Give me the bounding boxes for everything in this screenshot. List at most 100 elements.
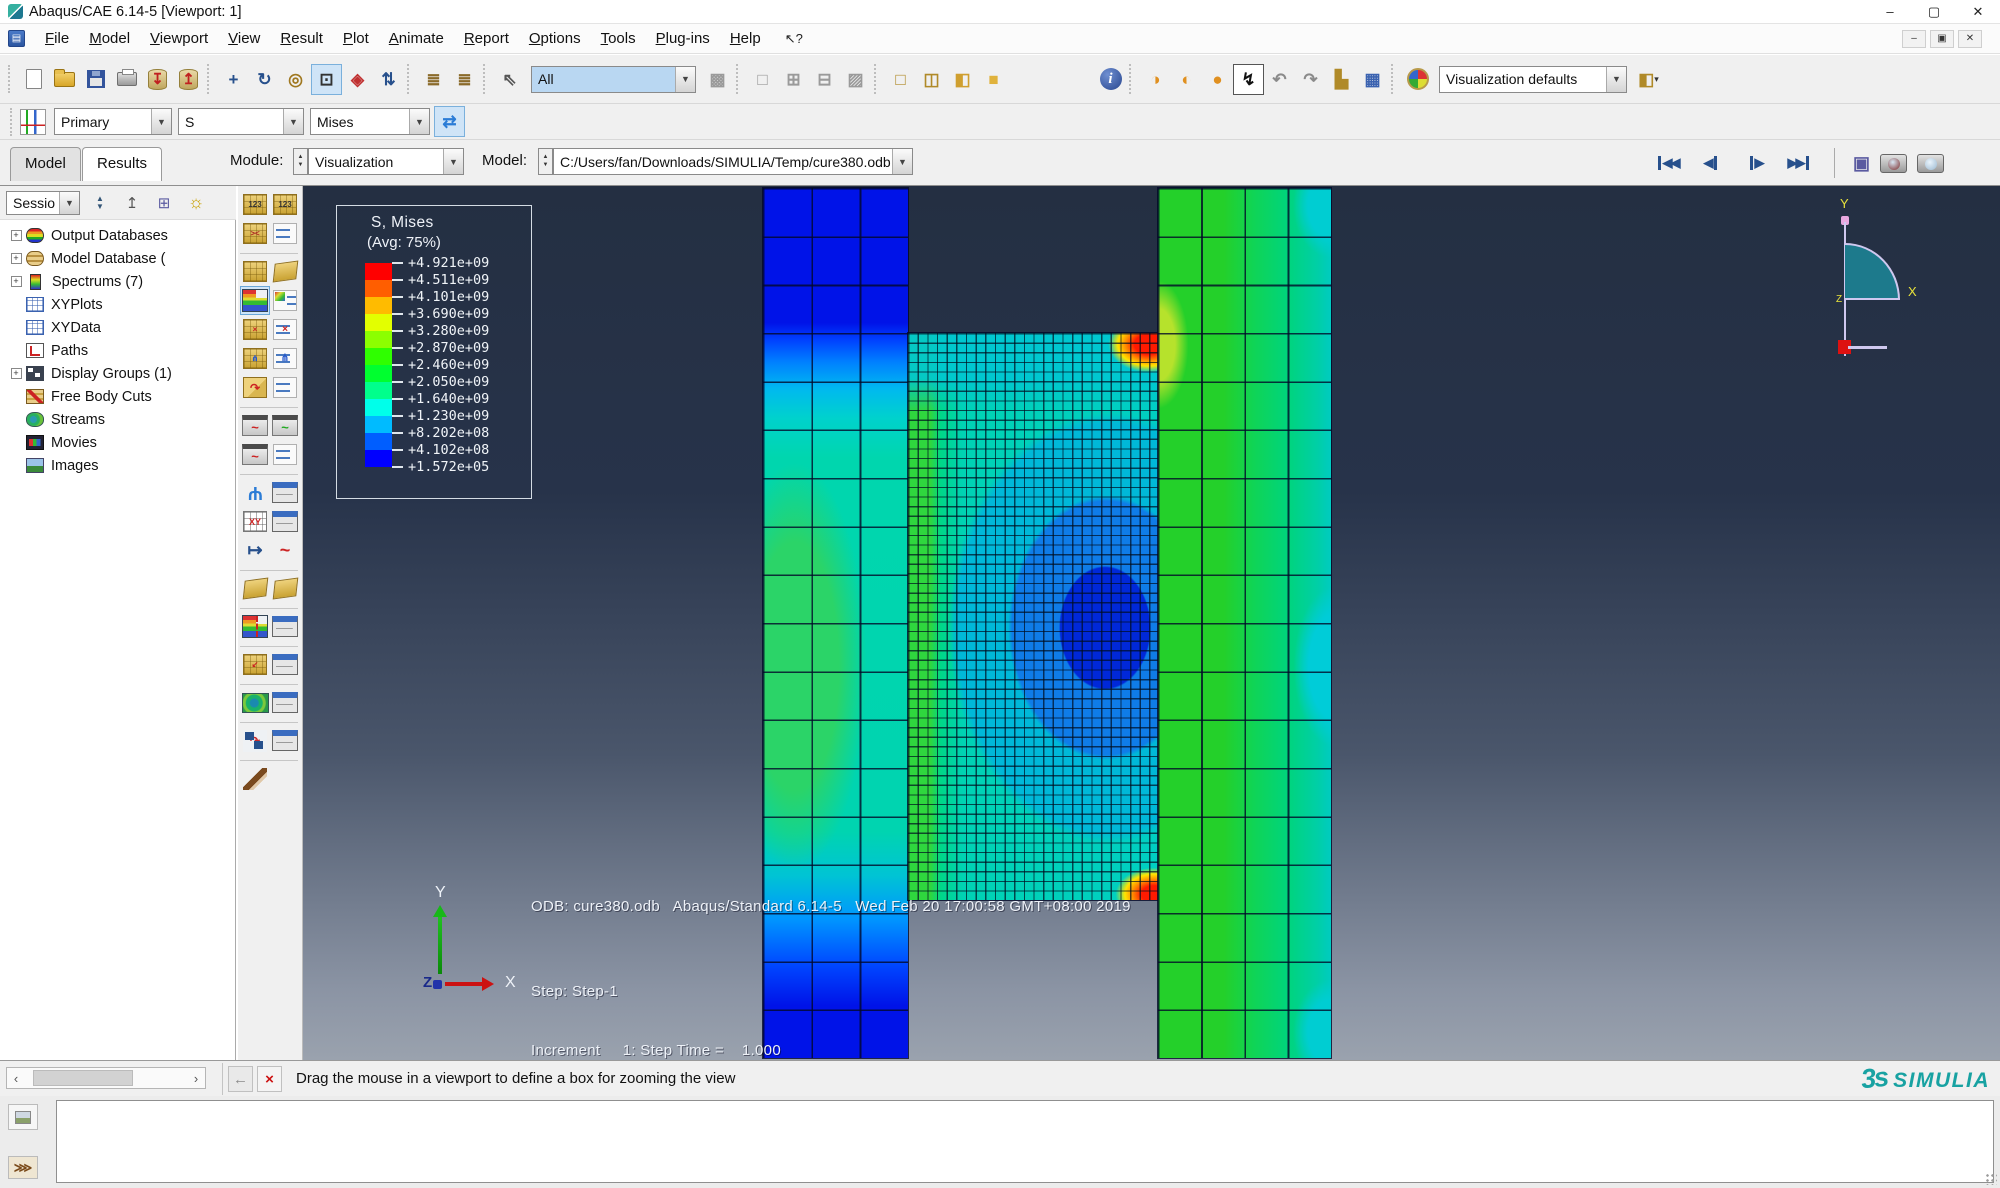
model-spinner[interactable]: ▲▼ <box>538 148 553 175</box>
tree-expand-box[interactable]: + <box>11 276 22 287</box>
curve-button[interactable]: ~ <box>270 536 300 565</box>
material-orientation-options-button[interactable]: ⋔ <box>270 344 300 373</box>
tree-item-spectrums[interactable]: + Spectrums (7) <box>0 270 235 293</box>
tab-results[interactable]: Results <box>82 147 162 181</box>
free-body-manager-button[interactable] <box>270 650 300 679</box>
multiple-plot-states-button[interactable]: ↷ <box>240 726 270 755</box>
box-zoom-button[interactable]: ⊡ <box>311 64 342 95</box>
material-orientation-button[interactable]: ⋔ <box>240 344 270 373</box>
overlay-plot-button[interactable]: ↷ <box>240 373 270 402</box>
ladder-tool-a-button[interactable]: ≣ <box>418 64 449 95</box>
color-code-palette-button[interactable] <box>1402 64 1433 95</box>
hiddenline-render-button[interactable]: ◫ <box>916 64 947 95</box>
sync-field-output-button[interactable]: ⇄ <box>434 106 465 137</box>
symbol-x-button[interactable]: × <box>240 315 270 344</box>
tree-expand-box[interactable]: + <box>11 368 22 379</box>
group-paste-button[interactable]: ▩ <box>702 64 733 95</box>
tree-item-display-groups[interactable]: + Display Groups (1) <box>0 362 235 385</box>
selection-scope-combo[interactable]: All▼ <box>531 66 696 93</box>
tree-expand-box[interactable]: + <box>11 230 22 241</box>
ladder-tool-b-button[interactable]: ≣ <box>449 64 480 95</box>
fast-plot-button[interactable]: ↯ <box>1233 64 1264 95</box>
stream-manager-button[interactable] <box>270 688 300 717</box>
print-button[interactable] <box>111 64 142 95</box>
plot-state-manager-button[interactable] <box>270 726 300 755</box>
tree-item-output-databases[interactable]: + Output Databases <box>0 224 235 247</box>
first-frame-button[interactable]: ◀◀ <box>1650 149 1684 177</box>
contour-options-button[interactable] <box>270 286 300 315</box>
scroll-right-icon[interactable]: › <box>187 1068 205 1088</box>
mdi-restore-button[interactable]: ▣ <box>1930 30 1954 48</box>
field-output-position-combo[interactable]: Primary▼ <box>54 108 172 135</box>
tree-item-movies[interactable]: Movies <box>0 431 235 454</box>
fit-view-button[interactable]: ◈ <box>342 64 373 95</box>
filled-render-button[interactable]: ■ <box>978 64 1009 95</box>
animate-scale-factor-button[interactable]: ~ <box>270 411 300 440</box>
message-field[interactable] <box>56 1100 1994 1183</box>
rotate-view-button[interactable]: ↻ <box>249 64 280 95</box>
Tools[interactable]: Tools <box>591 26 646 51</box>
tab-model[interactable]: Model <box>10 147 81 181</box>
remove-selected-button[interactable]: ⊟ <box>809 64 840 95</box>
Viewport[interactable]: Viewport <box>140 26 218 51</box>
tree-item-images[interactable]: Images <box>0 454 235 477</box>
plot-state-numbers-button[interactable]: 123 <box>240 190 270 219</box>
Animate[interactable]: Animate <box>379 26 454 51</box>
save-odb-button[interactable]: ↧ <box>142 64 173 95</box>
wireframe-render-button[interactable]: □ <box>885 64 916 95</box>
cycle-views-button[interactable]: ⇅ <box>373 64 404 95</box>
View[interactable]: View <box>218 26 270 51</box>
render-style-button[interactable]: ◧▾ <box>1633 64 1664 95</box>
app-window-icon[interactable]: ▤ <box>8 30 25 47</box>
model-combo[interactable]: C:/Users/fan/Downloads/SIMULIA/Temp/cure… <box>553 148 913 175</box>
shaded-render-button[interactable]: ◧ <box>947 64 978 95</box>
scroll-left-icon[interactable]: ‹ <box>7 1068 25 1088</box>
tree-item-xydata[interactable]: XYData <box>0 316 235 339</box>
xy-manager-button[interactable] <box>270 507 300 536</box>
open-file-button[interactable] <box>49 64 80 95</box>
scrollbar-thumb[interactable] <box>33 1070 133 1086</box>
overlay-options-button[interactable] <box>270 373 300 402</box>
field-output-variable-combo[interactable]: S▼ <box>178 108 304 135</box>
Result[interactable]: Result <box>270 26 333 51</box>
tilted-stack-button[interactable] <box>270 257 300 286</box>
tree-item-free-body-cuts[interactable]: Free Body Cuts <box>0 385 235 408</box>
view-cut-manager-button[interactable] <box>270 612 300 641</box>
tree-horizontal-scrollbar[interactable]: ‹ › <box>6 1067 206 1089</box>
module-combo[interactable]: Visualization▼ <box>308 148 464 175</box>
mdi-minimize-button[interactable]: – <box>1902 30 1926 48</box>
File[interactable]: File <box>35 26 79 51</box>
ply-stack-options-button[interactable] <box>270 574 300 603</box>
element-faces-button[interactable]: >< <box>240 219 270 248</box>
replace-selected-button[interactable]: □ <box>747 64 778 95</box>
close-button[interactable]: ✕ <box>1956 0 2000 23</box>
save-session-button[interactable] <box>80 64 111 95</box>
stream-plot-button[interactable] <box>240 688 270 717</box>
symbol-plot-button[interactable]: Ψ <box>240 478 270 507</box>
animate-time-history-button[interactable]: ~ <box>240 411 270 440</box>
ply-stack-plot-button[interactable] <box>240 574 270 603</box>
tree-scope-combo[interactable]: Sessio▼ <box>6 191 80 215</box>
tree-instances-icon[interactable]: ⊞ <box>152 191 176 215</box>
free-body-cut-button[interactable]: ↙ <box>240 650 270 679</box>
Help[interactable]: Help <box>720 26 771 51</box>
pick-cursor-button[interactable]: ⇖ <box>494 64 525 95</box>
last-frame-button[interactable]: ▶▶ <box>1782 149 1816 177</box>
maximize-button[interactable]: ▢ <box>1912 0 1956 23</box>
command-line-tab-button[interactable]: ⋙ <box>8 1156 38 1179</box>
view-cut-contour-button[interactable] <box>240 612 270 641</box>
symbol-manager-button[interactable] <box>270 478 300 507</box>
Model[interactable]: Model <box>79 26 140 51</box>
symbol-x-options-button[interactable]: × <box>270 315 300 344</box>
module-spinner[interactable]: ▲▼ <box>293 148 308 175</box>
animation-options-button[interactable] <box>270 440 300 469</box>
Report[interactable]: Report <box>454 26 519 51</box>
xy-data-button[interactable]: XY <box>240 507 270 536</box>
next-frame-button[interactable]: ▶ <box>1738 149 1772 177</box>
message-area-tab-button[interactable] <box>8 1104 38 1130</box>
tile-viewports-button[interactable]: ▣ <box>1853 154 1870 172</box>
color-code-combo[interactable]: Visualization defaults▼ <box>1439 66 1627 93</box>
new-file-button[interactable] <box>18 64 49 95</box>
snapshot-camera-button[interactable] <box>1917 154 1944 173</box>
minimize-button[interactable]: – <box>1868 0 1912 23</box>
